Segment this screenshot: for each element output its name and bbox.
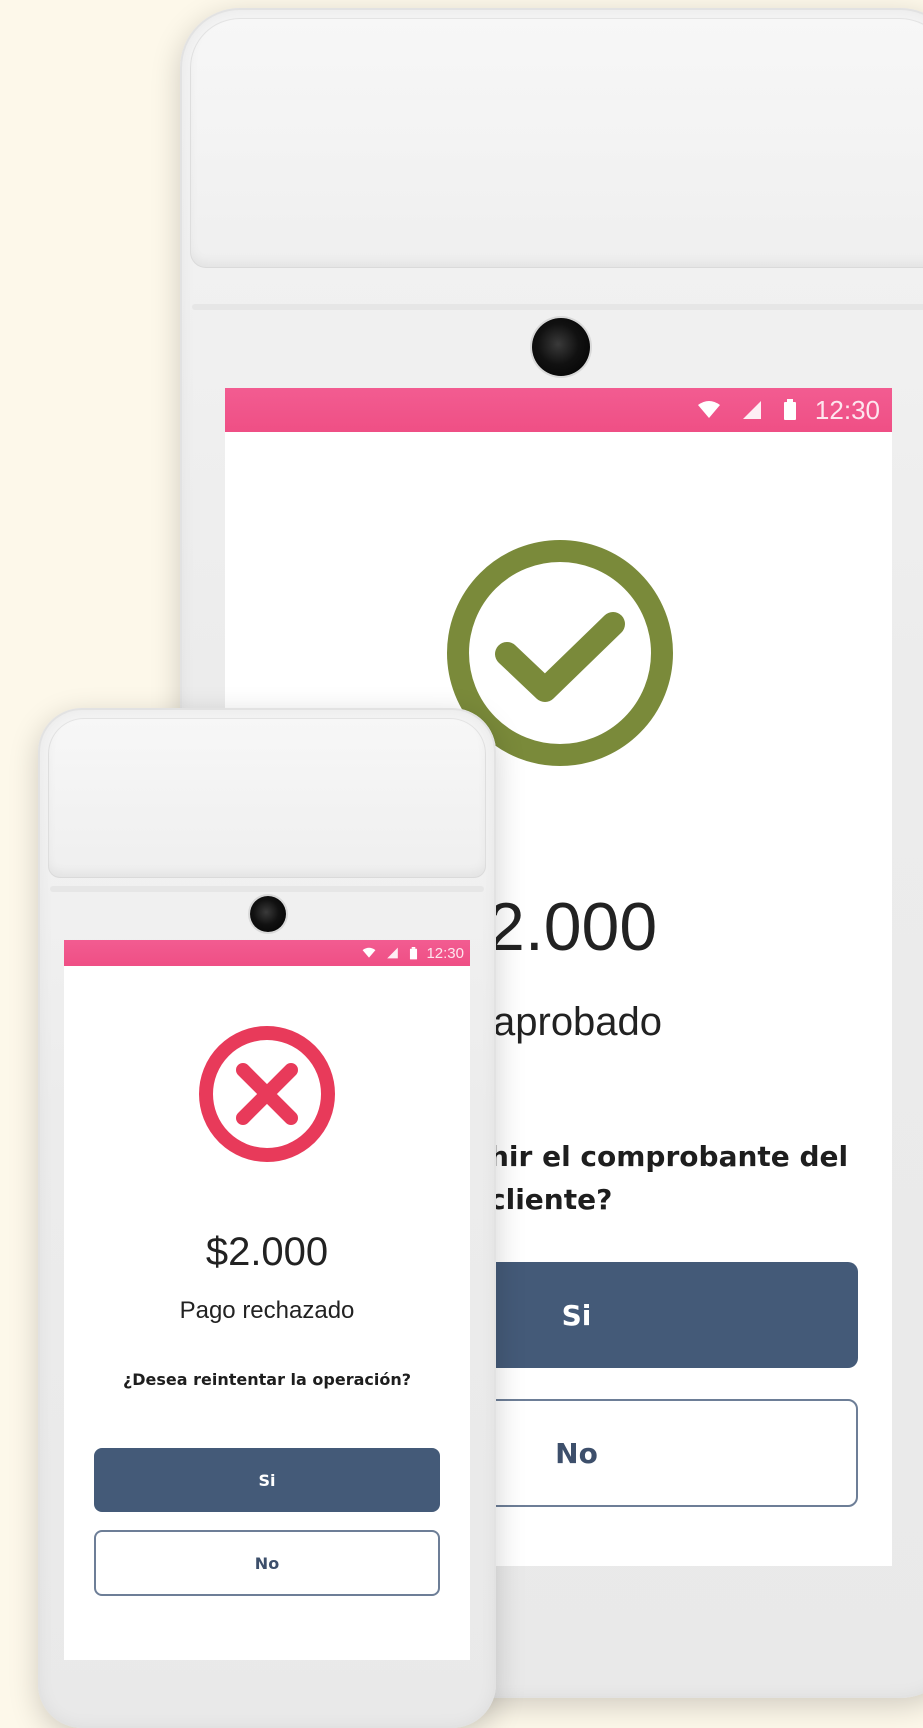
yes-button[interactable]: Si — [94, 1448, 440, 1512]
front-pos-device: 12:30 $2.000 Pago rechazado ¿Desea reint… — [38, 708, 496, 1728]
signal-icon — [742, 401, 761, 419]
payment-status: aprobado — [493, 1000, 663, 1044]
payment-amount: $2.000 — [205, 1230, 329, 1274]
device-top-housing — [190, 18, 923, 268]
camera-icon — [532, 318, 590, 376]
no-button[interactable]: No — [94, 1530, 440, 1596]
status-bar: 12:30 — [225, 388, 892, 432]
camera-icon — [250, 896, 286, 932]
battery-icon — [410, 946, 418, 959]
front-screen: 12:30 $2.000 Pago rechazado ¿Desea reint… — [64, 940, 470, 1660]
status-bar: 12:30 — [64, 940, 470, 966]
x-circle-icon — [199, 1026, 335, 1162]
device-ledge — [192, 304, 923, 310]
print-question-line2: cliente? — [489, 1183, 613, 1216]
status-icons — [362, 946, 426, 960]
wifi-icon — [697, 401, 720, 418]
payment-status: Pago rechazado — [179, 1297, 355, 1324]
payment-amount: 2.000 — [487, 889, 658, 965]
print-question-line1: hir el comprobante del — [489, 1140, 849, 1173]
retry-question: ¿Desea reintentar la operación? — [122, 1370, 412, 1389]
wifi-icon — [363, 947, 376, 958]
device-top-housing — [48, 718, 486, 878]
device-ledge — [50, 886, 484, 892]
status-icons — [697, 399, 815, 421]
signal-icon — [387, 947, 399, 959]
status-time: 12:30 — [814, 394, 880, 425]
status-time: 12:30 — [426, 944, 464, 962]
battery-icon — [783, 399, 796, 420]
